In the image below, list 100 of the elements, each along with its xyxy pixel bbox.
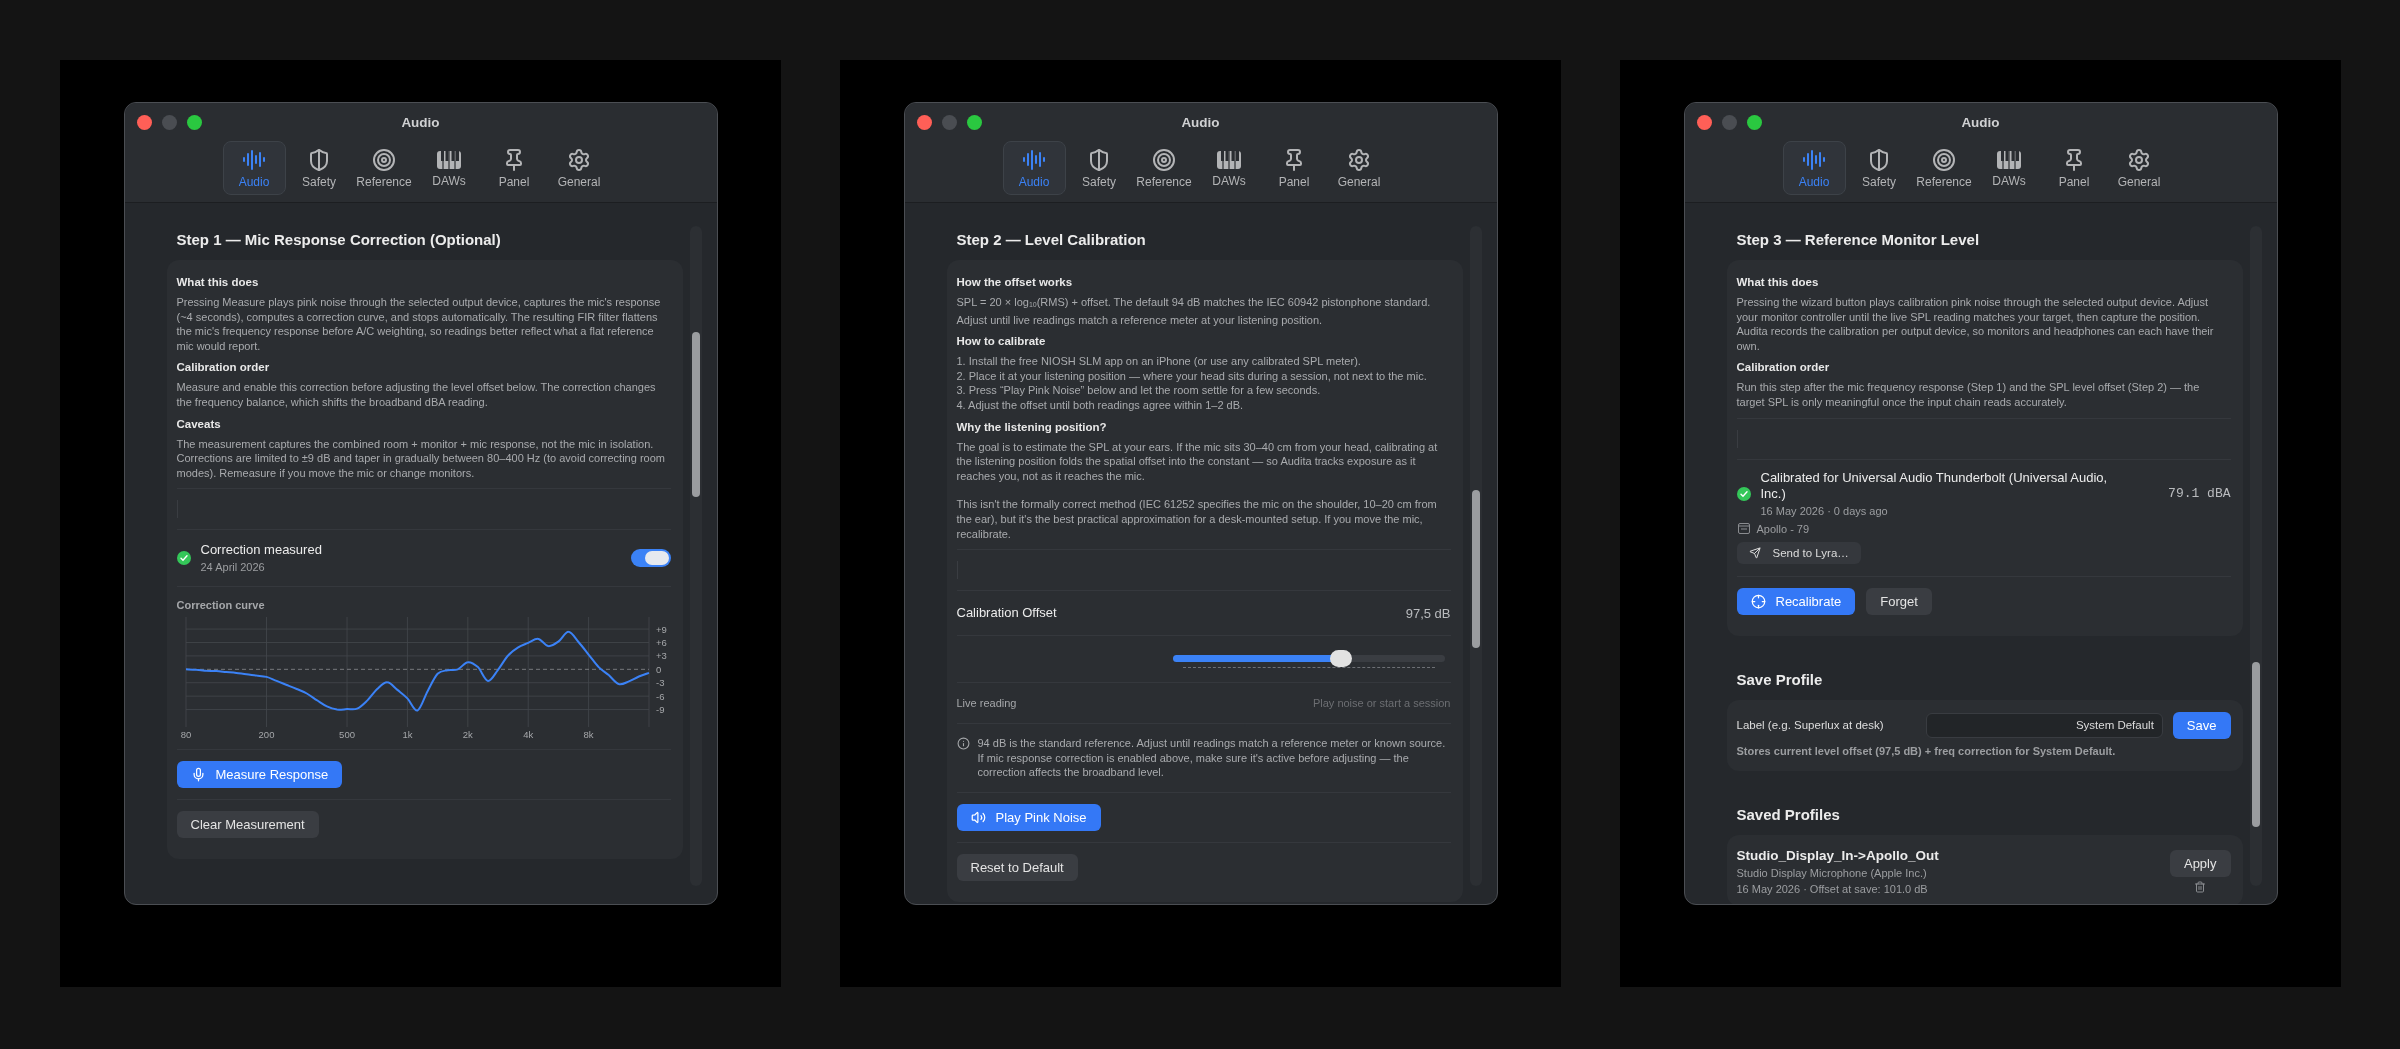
toolbar-tab[interactable]: General	[2107, 141, 2171, 195]
secondary-button[interactable]: Clear Measurement	[176, 811, 319, 839]
paragraph: Pressing the wizard button plays calibration pink noise through the selected output device. Adjust your monitor controller until the live SPL reading matches your target, then capture the position. Audita records the calibration per output device, so monitors and headphones can each have their own.	[1736, 295, 2215, 354]
axis-label: 8k	[583, 729, 594, 741]
close-button[interactable]	[1696, 114, 1712, 130]
toolbar-tab[interactable]: Audio	[222, 141, 286, 195]
section-heading: Caveats	[176, 416, 222, 432]
save-button[interactable]: Save	[2172, 711, 2231, 739]
paragraph: The measurement captures the combined room + monitor + mic response, not the mic in isolation. Corrections are limited to ±9 dB and taper in gradually between 80–400 Hz (to avoid correcting room modes). Remeasure if you move the mic or change monitors.	[176, 436, 666, 481]
preset-name: Apollo - 79	[1756, 521, 1810, 536]
toolbar-tab[interactable]: Safety	[287, 141, 351, 195]
crosshair-icon	[1750, 593, 1766, 609]
paragraph: 2. Place it at your listening position — where your head sits during a session, not next to the mic.	[956, 368, 1428, 384]
scroll-track[interactable]	[689, 226, 702, 886]
scroll-track[interactable]	[1469, 226, 1482, 886]
scroll-track[interactable]	[2249, 226, 2262, 886]
toolbar-tab[interactable]: Reference	[352, 141, 416, 195]
toggle-switch[interactable]	[630, 549, 671, 568]
toolbar-tab[interactable]: DAWs	[417, 141, 481, 195]
card-icon	[1737, 523, 1750, 535]
field-label: Label (e.g. Superlux at desk)	[1736, 719, 1885, 732]
step-title: Step 2 — Level Calibration	[956, 230, 1147, 250]
axis-label: 4k	[522, 729, 533, 741]
check-icon	[1736, 486, 1751, 501]
section-heading: What this does	[1736, 275, 1820, 290]
speaker-icon	[970, 809, 986, 825]
profile-name: Studio_Display_In->Apollo_Out	[1736, 846, 1939, 864]
toolbar-tab[interactable]: Reference	[1132, 141, 1196, 195]
paragraph: Measure and enable this correction before adjusting the level offset below. The correction changes the frequency balance, which shifts the broadband dBA reading.	[176, 380, 657, 410]
status-title: Correction measured	[200, 542, 322, 559]
target-icon	[372, 147, 396, 172]
toolbar-tab[interactable]: General	[547, 141, 611, 195]
calibration-date: 16 May 2026 · 0 days ago	[1760, 503, 1889, 518]
window-title: Audio	[401, 114, 440, 130]
send-icon	[1748, 546, 1761, 559]
close-button[interactable]	[916, 114, 932, 130]
axis-label: -9	[655, 704, 664, 716]
target-icon	[1932, 147, 1956, 172]
info-icon	[956, 737, 970, 751]
toolbar-tab[interactable]: Panel	[1262, 141, 1326, 195]
paragraph: This isn't the formally correct method (IEC 61252 specifies the mic on the shoulder, 10–20 cm from the ear), but it's the best practical approximation for a desk-mounted setup. If you move the mic, recalibrate.	[956, 497, 1438, 542]
axis-label: 2k	[462, 729, 473, 741]
toolbar-tab[interactable]: Panel	[2042, 141, 2106, 195]
toolbar-tab[interactable]: Panel	[482, 141, 546, 195]
send-button[interactable]: Send to Lyra…	[1736, 541, 1861, 564]
note-text: 94 dB is the standard reference. Adjust until readings match a reference meter or known source. If mic response correction is enabled above, make sure it's active before adjusting — the correction affects the broadband level.	[977, 736, 1447, 780]
toolbar-tab[interactable]: General	[1327, 141, 1391, 195]
primary-button[interactable]: Play Pink Noise	[956, 803, 1101, 831]
piano-icon	[436, 148, 462, 171]
label-field[interactable]: System Default	[1925, 712, 2163, 738]
shield-icon	[1867, 147, 1891, 172]
toolbar-tab[interactable]: DAWs	[1197, 141, 1261, 195]
microphone-icon	[190, 767, 206, 783]
live-reading-value: Play noise or start a session	[1312, 697, 1451, 710]
axis-label: 80	[180, 729, 191, 741]
chart-title: Correction curve	[176, 599, 266, 612]
toolbar-tab[interactable]: Audio	[1002, 141, 1066, 195]
close-button[interactable]	[136, 114, 152, 130]
zoom-button[interactable]	[1746, 114, 1762, 130]
axis-label: 0	[655, 664, 661, 676]
waveform-icon	[242, 147, 266, 172]
section-heading: Calibration order	[176, 360, 271, 376]
waveform-icon	[1802, 147, 1826, 172]
apply-button[interactable]: Apply	[2169, 849, 2231, 877]
paragraph: SPL = 20 × log$_{10}$(RMS) + offset. The default 94 dB matches the IEC 60942 pistonphone standard. Adjust until live readings match a reference meter at your listening position.	[956, 295, 1432, 328]
paragraph: 1. Install the free NIOSH SLM app on an iPhone (or use any calibrated SPL meter).	[956, 354, 1362, 369]
section-heading: How the offset works	[956, 275, 1074, 290]
toolbar-tab[interactable]: DAWs	[1977, 141, 2041, 195]
axis-label: 500	[338, 729, 355, 741]
primary-button[interactable]: Recalibrate	[1736, 587, 1856, 615]
piano-icon	[1216, 148, 1242, 171]
zoom-button[interactable]	[966, 114, 982, 130]
toolbar-tab[interactable]: Safety	[1847, 141, 1911, 195]
paragraph: Run this step after the mic frequency response (Step 1) and the SPL level offset (Step 2) — the target SPL is only meaningful once the input chain reads accurately.	[1736, 380, 2201, 410]
offset-label: Calibration Offset	[956, 605, 1057, 622]
primary-button[interactable]: Measure Response	[176, 761, 343, 789]
slider-thumb[interactable]	[1330, 650, 1353, 668]
calibration-title: Calibrated for Universal Audio Thunderbolt (Universal Audio, Inc.)	[1760, 469, 2109, 502]
secondary-button[interactable]: Reset to Default	[956, 853, 1078, 881]
axis-label: -6	[655, 691, 664, 702]
settings-icon	[2127, 147, 2151, 172]
trash-icon[interactable]	[2194, 880, 2207, 893]
step-title: Step 3 — Reference Monitor Level	[1736, 230, 1981, 250]
profile-device: Studio Display Microphone (Apple Inc.)	[1736, 865, 1928, 880]
scroll-thumb[interactable]	[1471, 490, 1480, 649]
zoom-button[interactable]	[186, 114, 202, 130]
toolbar-tab[interactable]: Audio	[1782, 141, 1846, 195]
axis-label: +3	[655, 650, 667, 662]
section-heading: Why the listening position?	[956, 419, 1108, 435]
shield-icon	[1087, 147, 1111, 172]
toolbar-tab[interactable]: Safety	[1067, 141, 1131, 195]
section-heading: Calibration order	[1736, 360, 1831, 376]
save-note: Stores current level offset (97,5 dB) + freq correction for System Default.	[1736, 743, 2117, 759]
waveform-icon	[1022, 147, 1046, 172]
status-date: 24 April 2026	[200, 560, 266, 575]
scroll-thumb[interactable]	[2251, 661, 2260, 827]
scroll-thumb[interactable]	[691, 331, 700, 497]
secondary-button[interactable]: Forget	[1866, 587, 1932, 615]
step-title: Step 1 — Mic Response Correction (Optional)	[176, 230, 502, 250]
toolbar-tab[interactable]: Reference	[1912, 141, 1976, 195]
